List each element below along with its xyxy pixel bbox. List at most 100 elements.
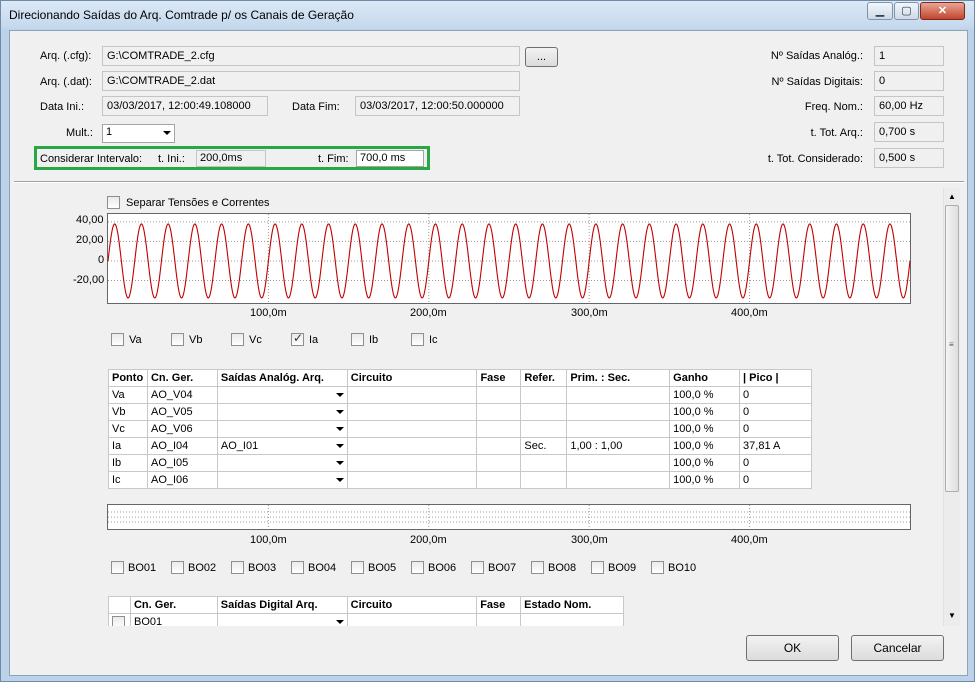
t-tot-cons-value: 0,500 s [874, 148, 944, 168]
t-ini-field[interactable]: 200,0ms [196, 150, 266, 167]
mult-select[interactable]: 1 [102, 124, 175, 143]
table-cell: 0 [739, 471, 812, 489]
ok-button[interactable]: OK [746, 635, 839, 661]
col-header[interactable]: Cn. Ger. [146, 369, 218, 387]
col-header[interactable]: Ganho [669, 369, 741, 387]
table-cell: Vc [108, 420, 148, 438]
minimize-icon[interactable]: ▁ [867, 2, 893, 20]
table-cell: AO_V05 [146, 403, 218, 421]
bo-checkbox[interactable] [291, 561, 304, 574]
maximize-icon[interactable]: ▢ [894, 2, 919, 20]
analog-table: Ponto Cn. Ger. Saídas Analóg. Arq. Circu… [108, 369, 812, 489]
bo-checkbox[interactable] [531, 561, 544, 574]
ganho-field[interactable]: 100,0 % [669, 420, 741, 438]
col-header[interactable]: Prim. : Sec. [566, 369, 671, 387]
y-tick-label: 0 [98, 254, 105, 266]
col-header[interactable] [108, 596, 131, 614]
table-cell: 0 [739, 454, 812, 472]
t-fim-field[interactable]: 700,0 ms [356, 150, 424, 167]
bo-checkbox[interactable] [591, 561, 604, 574]
bo-checkbox[interactable] [231, 561, 244, 574]
saidas-analog-dropdown[interactable] [216, 420, 348, 438]
table-cell: Ib [108, 454, 148, 472]
bo-checkbox[interactable] [351, 561, 364, 574]
col-header[interactable]: Estado Nom. [520, 596, 624, 614]
table-row[interactable]: Vc AO_V06 100,0 % 0 [108, 420, 812, 438]
table-cell: BO01 [129, 613, 218, 626]
scroll-up-icon[interactable]: ▲ [948, 192, 956, 201]
table-cell [520, 403, 568, 421]
separar-checkbox[interactable] [107, 196, 120, 209]
bo-checkbox[interactable] [111, 561, 124, 574]
ib-check-label: Ib [369, 334, 379, 346]
dropdown-cell[interactable] [216, 613, 348, 626]
bo-check-label: BO08 [548, 562, 577, 574]
scroll-thumb[interactable]: ≡ [945, 205, 959, 492]
table-cell [346, 454, 478, 472]
bo-checkbox[interactable] [651, 561, 664, 574]
channels-panel[interactable]: Separar Tensões e Correntes 40,00 20,00 … [14, 188, 964, 626]
ganho-field[interactable]: 100,0 % [669, 454, 741, 472]
bo-checkbox[interactable] [171, 561, 184, 574]
col-header[interactable]: Saídas Digital Arq. [216, 596, 348, 614]
ib-checkbox[interactable] [351, 333, 364, 346]
analog-chart-plot[interactable] [107, 213, 911, 304]
x-tick-label: 200,0m [410, 534, 447, 546]
col-header[interactable]: | Pico | [739, 369, 812, 387]
table-row[interactable]: BO01 [108, 613, 624, 626]
title-bar[interactable]: Direcionando Saídas do Arq. Comtrade p/ … [1, 1, 974, 29]
data-fim-label: Data Fim: [292, 101, 340, 113]
dat-field: G:\COMTRADE_2.dat [102, 71, 520, 91]
table-cell [566, 403, 671, 421]
va-checkbox[interactable] [111, 333, 124, 346]
saidas-analog-dropdown[interactable] [216, 386, 348, 404]
ganho-field[interactable]: 100,0 % [669, 471, 741, 489]
table-row[interactable]: Ib AO_I05 100,0 % 0 [108, 454, 812, 472]
mult-label: Mult.: [66, 127, 93, 139]
saidas-analog-value: 1 [874, 46, 944, 66]
ganho-field[interactable]: 100,0 % [669, 386, 741, 404]
table-row[interactable]: Ia AO_I04 AO_I01 Sec. 1,00 : 1,00 100,0 % 37,8… [108, 437, 812, 455]
row-checkbox-cell[interactable] [108, 613, 131, 626]
vb-checkbox[interactable] [171, 333, 184, 346]
col-header[interactable]: Cn. Ger. [129, 596, 218, 614]
col-header[interactable]: Ponto [108, 369, 148, 387]
bo-checkbox[interactable] [471, 561, 484, 574]
cancel-button[interactable]: Cancelar [851, 635, 944, 661]
table-row[interactable]: Ic AO_I06 100,0 % 0 [108, 471, 812, 489]
close-icon[interactable]: ✕ [920, 2, 965, 20]
t-tot-arq-label: t. Tot. Arq.: [810, 127, 863, 139]
col-header[interactable]: Fase [476, 596, 522, 614]
table-row[interactable]: Va AO_V04 100,0 % 0 [108, 386, 812, 404]
col-header[interactable]: Saídas Analóg. Arq. [216, 369, 348, 387]
col-header[interactable]: Circuito [346, 596, 478, 614]
vertical-scrollbar[interactable]: ▲ ≡ ▼ [943, 188, 960, 626]
mult-value: 1 [106, 126, 113, 138]
saidas-analog-dropdown[interactable] [216, 403, 348, 421]
vc-checkbox[interactable] [231, 333, 244, 346]
saidas-digitais-value: 0 [874, 71, 944, 91]
browse-button[interactable]: ... [525, 47, 558, 67]
ganho-field[interactable]: 100,0 % [669, 437, 741, 455]
separar-label: Separar Tensões e Correntes [126, 197, 270, 209]
scroll-down-icon[interactable]: ▼ [948, 611, 956, 620]
digital-table: Cn. Ger. Saídas Digital Arq. Circuito Fa… [108, 596, 624, 626]
digital-chart-plot[interactable] [107, 504, 911, 530]
ia-checkbox[interactable] [291, 331, 304, 346]
table-cell [346, 471, 478, 489]
table-row[interactable]: Vb AO_V05 100,0 % 0 [108, 403, 812, 421]
saidas-analog-dropdown[interactable] [216, 454, 348, 472]
saidas-analog-dropdown[interactable] [216, 471, 348, 489]
col-header[interactable]: Refer. [520, 369, 568, 387]
table-cell: Sec. [520, 437, 568, 455]
col-header[interactable]: Circuito [346, 369, 478, 387]
saidas-analog-dropdown[interactable]: AO_I01 [216, 437, 348, 455]
t-ini-label: t. Ini.: [158, 153, 185, 165]
data-ini-label: Data Ini.: [40, 101, 85, 113]
chevron-down-icon [335, 427, 344, 431]
col-header[interactable]: Fase [476, 369, 522, 387]
bo-checkbox[interactable] [411, 561, 424, 574]
ganho-field[interactable]: 100,0 % [669, 403, 741, 421]
table-cell: Ic [108, 471, 148, 489]
ic-checkbox[interactable] [411, 333, 424, 346]
